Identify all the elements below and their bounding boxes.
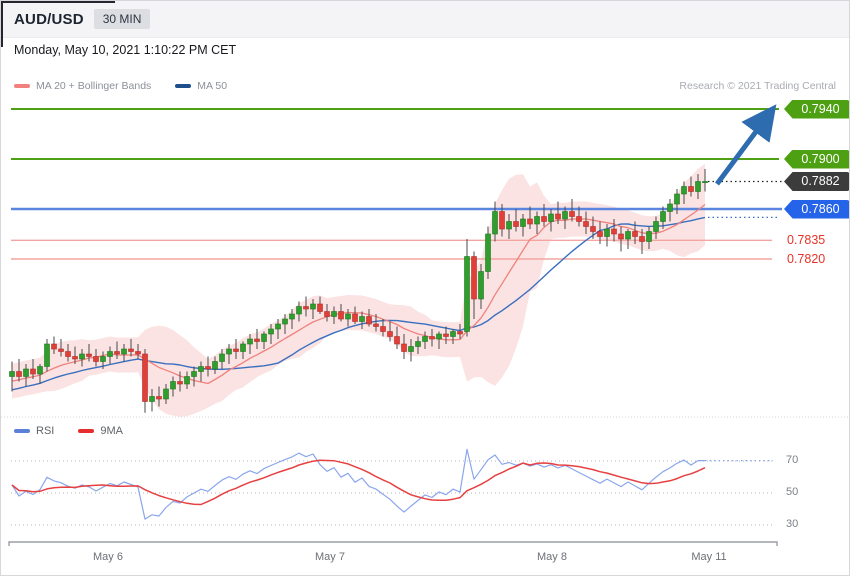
x-axis-tick: May 8: [537, 551, 567, 563]
legend-ma20-label: MA 20 + Bollinger Bands: [36, 80, 152, 92]
pivot-level-label: 0.7860: [784, 199, 849, 219]
bollinger-band-fill: [12, 164, 705, 417]
chart-widget: AUD/USD 30 MIN Monday, May 10, 2021 1:10…: [0, 0, 850, 576]
main-legend: MA 20 + Bollinger Bands MA 50 Research ©…: [14, 80, 836, 92]
instrument-title: AUD/USD: [14, 10, 84, 28]
resistance-level-label: 0.7940: [784, 99, 849, 119]
x-axis-bracket: [8, 541, 778, 546]
x-axis-tick: May 11: [691, 551, 727, 563]
rsi-scale-50: 50: [786, 486, 799, 498]
research-credit: Research © 2021 Trading Central: [679, 80, 836, 92]
support-level-label: 0.7835: [787, 233, 826, 248]
timestamp: Monday, May 10, 2021 1:10:22 PM CET: [14, 43, 237, 57]
support-level-label: 0.7820: [787, 252, 826, 266]
rsi-scale-70: 70: [786, 454, 799, 466]
timeframe-badge: 30 MIN: [93, 9, 151, 29]
legend-ma50-label: MA 50: [197, 80, 228, 92]
resistance-level-label: 0.7900: [784, 149, 849, 169]
ma50-swatch-icon: [175, 84, 192, 88]
widget-header: AUD/USD 30 MIN: [1, 1, 849, 38]
price-chart-canvas[interactable]: [1, 96, 850, 418]
x-axis-tick: May 6: [93, 551, 123, 563]
legend-ma50: MA 50: [175, 80, 227, 92]
x-axis-tick: May 7: [315, 551, 345, 563]
bullish-arrow: [714, 104, 777, 186]
legend-ma20-bollinger: MA 20 + Bollinger Bands: [14, 80, 151, 92]
ma20-swatch-icon: [14, 84, 30, 88]
last-price-label: 0.7882: [784, 172, 849, 191]
rsi-scale-30: 30: [786, 518, 799, 530]
